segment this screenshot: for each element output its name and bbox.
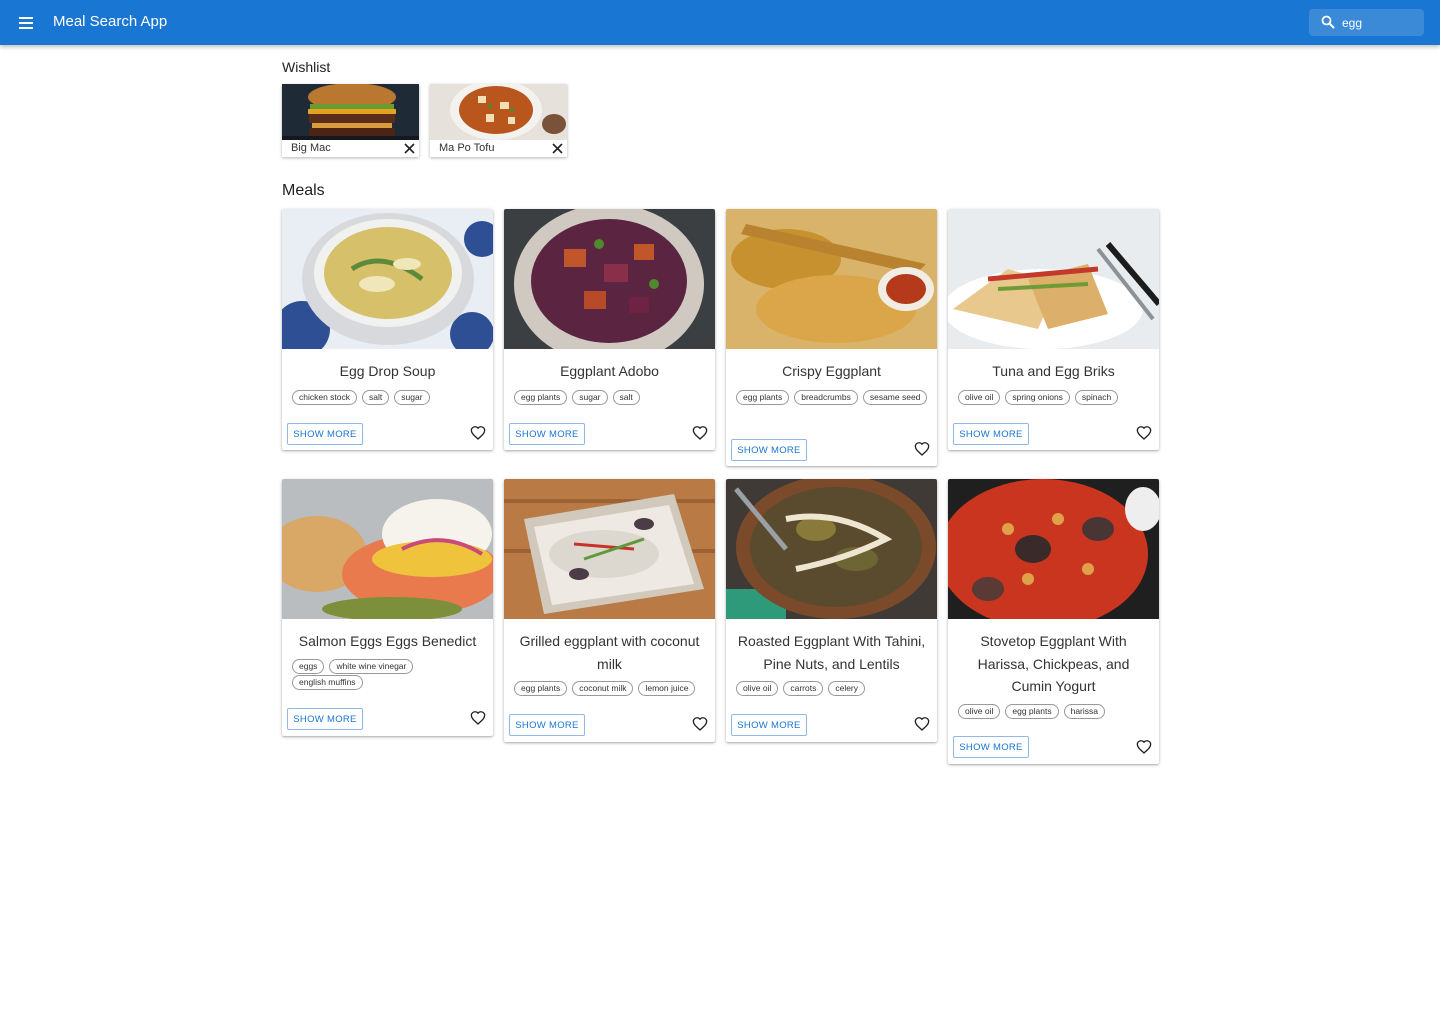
ingredient-chip: carrots	[783, 681, 824, 696]
close-icon[interactable]	[551, 142, 564, 155]
ingredient-chips: chicken stock salt sugar	[292, 390, 484, 406]
menu-icon	[19, 17, 33, 29]
ingredient-chip: spring onions	[1005, 390, 1070, 405]
ingredient-chip: egg plants	[736, 390, 790, 405]
ingredient-chips: eggs white wine vinegar english muffins	[292, 659, 484, 691]
meal-title: Crispy Eggplant	[782, 363, 881, 379]
egg-drop-soup-photo	[282, 209, 493, 349]
show-more-button[interactable]: SHOW MORE	[509, 423, 585, 445]
meals-title: Meals	[282, 182, 325, 199]
ingredient-chips: olive oil carrots celery	[736, 681, 928, 697]
show-more-button[interactable]: SHOW MORE	[509, 714, 585, 736]
ingredient-chip: breadcrumbs	[794, 390, 858, 405]
ingredient-chips: egg plants sugar salt	[514, 390, 706, 406]
ingredient-chips: olive oil spring onions spinach	[958, 390, 1150, 406]
ingredient-chip: olive oil	[958, 390, 1001, 405]
wishlist-item-label: Big Mac	[291, 142, 331, 154]
ingredient-chips: egg plants breadcrumbs sesame seed	[736, 390, 928, 406]
meal-card: Salmon Eggs Eggs Benedict eggs white win…	[282, 479, 493, 736]
meal-title: Stovetop Eggplant With Harissa, Chickpea…	[977, 633, 1130, 694]
heart-icon[interactable]	[914, 441, 930, 457]
heart-icon[interactable]	[470, 710, 486, 726]
wishlist-item-label: Ma Po Tofu	[439, 142, 495, 154]
ingredient-chip: salt	[362, 390, 390, 405]
meal-title: Tuna and Egg Briks	[992, 363, 1115, 379]
eggplant-adobo-photo	[504, 209, 715, 349]
meal-card: Grilled eggplant with coconut milk egg p…	[504, 479, 715, 742]
wishlist-item[interactable]: Ma Po Tofu	[430, 84, 567, 157]
meal-card: Egg Drop Soup chicken stock salt sugar S…	[282, 209, 493, 450]
meal-title: Roasted Eggplant With Tahini, Pine Nuts,…	[737, 633, 926, 672]
show-more-button[interactable]: SHOW MORE	[953, 423, 1029, 445]
ingredient-chip: english muffins	[292, 675, 363, 690]
ingredient-chip: sesame seed	[862, 390, 928, 405]
ingredient-chips: egg plants coconut milk lemon juice	[514, 681, 706, 697]
grilled-eggplant-coconut-photo	[504, 479, 715, 619]
heart-icon[interactable]	[692, 716, 708, 732]
ingredient-chip: egg plants	[1005, 704, 1059, 719]
mapo-tofu-photo	[430, 84, 567, 140]
ingredient-chip: chicken stock	[292, 390, 358, 405]
meal-title: Eggplant Adobo	[560, 363, 659, 379]
show-more-button[interactable]: SHOW MORE	[953, 736, 1029, 758]
meal-card: Tuna and Egg Briks olive oil spring onio…	[948, 209, 1159, 450]
meal-card: Eggplant Adobo egg plants sugar salt SHO…	[504, 209, 715, 450]
search-icon	[1321, 15, 1335, 29]
ingredient-chip: eggs	[292, 659, 325, 674]
heart-icon[interactable]	[914, 716, 930, 732]
ingredient-chip: sugar	[394, 390, 430, 405]
show-more-button[interactable]: SHOW MORE	[287, 708, 363, 730]
ingredient-chip: olive oil	[736, 681, 779, 696]
burger-photo	[282, 84, 419, 140]
heart-icon[interactable]	[1136, 425, 1152, 441]
meal-title: Salmon Eggs Eggs Benedict	[298, 633, 477, 649]
show-more-button[interactable]: SHOW MORE	[731, 714, 807, 736]
show-more-button[interactable]: SHOW MORE	[731, 439, 807, 461]
ingredient-chip: sugar	[572, 390, 608, 405]
wishlist-item[interactable]: Big Mac	[282, 84, 419, 157]
ingredient-chip: salt	[612, 390, 640, 405]
crispy-eggplant-photo	[726, 209, 937, 349]
menu-button[interactable]	[12, 9, 40, 37]
meal-card: Stovetop Eggplant With Harissa, Chickpea…	[948, 479, 1159, 764]
meal-title: Egg Drop Soup	[339, 363, 436, 379]
heart-icon[interactable]	[1136, 739, 1152, 755]
ingredient-chip: egg plants	[514, 390, 568, 405]
ingredient-chip: lemon juice	[638, 681, 696, 696]
wishlist-title: Wishlist	[282, 59, 331, 75]
stovetop-eggplant-harissa-photo	[948, 479, 1159, 619]
roasted-eggplant-tahini-photo	[726, 479, 937, 619]
ingredient-chip: celery	[828, 681, 866, 696]
meal-title: Grilled eggplant with coconut milk	[519, 633, 700, 672]
show-more-button[interactable]: SHOW MORE	[287, 423, 363, 445]
search-box[interactable]	[1309, 9, 1424, 36]
ingredient-chip: white wine vinegar	[329, 659, 414, 674]
ingredient-chip: coconut milk	[572, 681, 634, 696]
search-input[interactable]	[1342, 13, 1418, 32]
ingredient-chip: spinach	[1074, 390, 1119, 405]
app-title: Meal Search App	[53, 13, 168, 30]
ingredient-chip: olive oil	[958, 704, 1001, 719]
ingredient-chips: olive oil egg plants harissa	[958, 704, 1150, 720]
app-bar: Meal Search App	[0, 0, 1440, 45]
meal-card: Roasted Eggplant With Tahini, Pine Nuts,…	[726, 479, 937, 742]
heart-icon[interactable]	[470, 425, 486, 441]
tuna-egg-briks-photo	[948, 209, 1159, 349]
ingredient-chip: harissa	[1063, 704, 1105, 719]
salmon-eggs-benedict-photo	[282, 479, 493, 619]
close-icon[interactable]	[403, 142, 416, 155]
heart-icon[interactable]	[692, 425, 708, 441]
meal-card: Crispy Eggplant egg plants breadcrumbs s…	[726, 209, 937, 466]
ingredient-chip: egg plants	[514, 681, 568, 696]
